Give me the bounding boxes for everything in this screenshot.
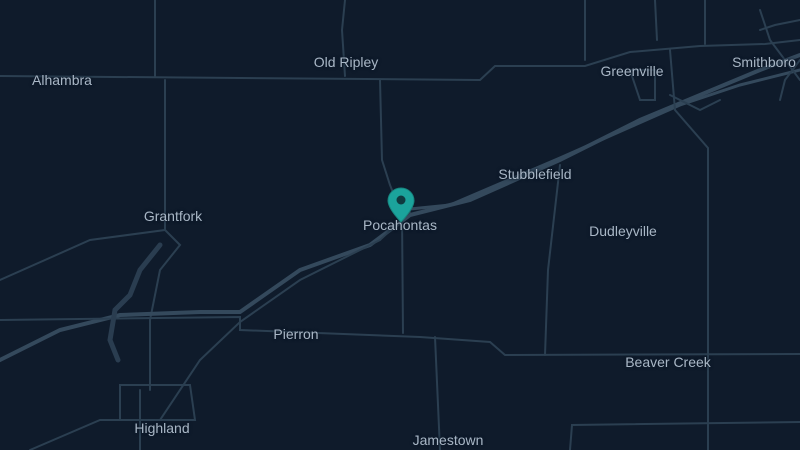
place-old-ripley: Old Ripley (313, 54, 379, 70)
map-pin-icon[interactable] (387, 187, 415, 223)
place-dudleyville: Dudleyville (589, 223, 657, 239)
place-smithboro: Smithboro (732, 54, 796, 70)
place-jamestown: Jamestown (412, 432, 484, 448)
place-pierron: Pierron (273, 326, 319, 342)
place-beaver-creek: Beaver Creek (625, 354, 711, 370)
place-grantfork: Grantfork (143, 208, 203, 224)
place-alhambra: Alhambra (32, 72, 92, 88)
place-greenville: Greenville (600, 63, 664, 79)
place-highland: Highland (134, 420, 190, 436)
place-stubblefield: Stubblefield (498, 166, 572, 182)
